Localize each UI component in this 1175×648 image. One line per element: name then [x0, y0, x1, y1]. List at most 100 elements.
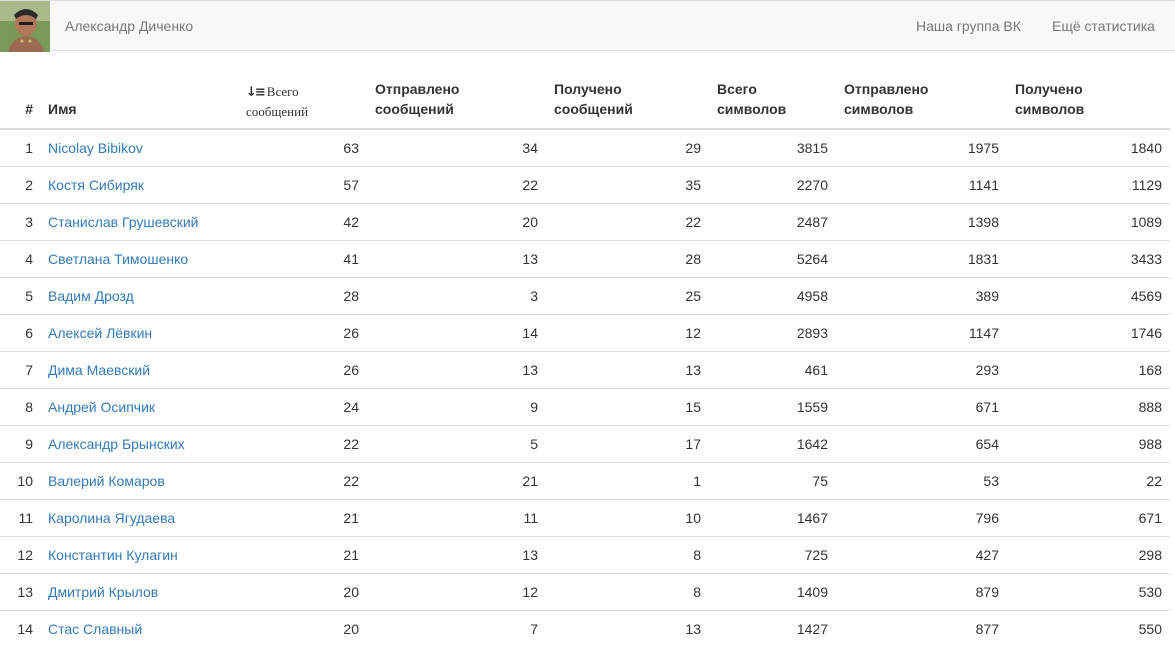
- cell-index: 2: [0, 165, 40, 203]
- cell-name: Вадим Дрозд: [40, 276, 238, 314]
- stats-table-container: # Имя ↓≡ Всего сообщений Отправлено сообщ…: [0, 51, 1175, 647]
- table-row: 8 Андрей Осипчик 24 9 15 1559 671 888: [0, 387, 1170, 425]
- user-profile-link[interactable]: Вадим Дрозд: [48, 288, 134, 304]
- cell-received-chars: 1746: [1007, 313, 1170, 351]
- nav-link-more-stats[interactable]: Ещё статистика: [1052, 18, 1155, 34]
- header-total-messages-line2: сообщений: [246, 104, 309, 119]
- cell-received-chars: 671: [1007, 498, 1170, 536]
- cell-index: 13: [0, 572, 40, 610]
- user-profile-link[interactable]: Дима Маевский: [48, 362, 150, 378]
- cell-sent-messages: 21: [367, 461, 546, 499]
- cell-total-messages: 42: [238, 202, 367, 240]
- user-profile-link[interactable]: Костя Сибиряк: [48, 177, 144, 193]
- cell-total-chars: 725: [709, 535, 836, 573]
- cell-sent-chars: 427: [836, 535, 1007, 573]
- header-index[interactable]: #: [0, 51, 40, 130]
- cell-total-messages: 21: [238, 498, 367, 536]
- cell-sent-chars: 796: [836, 498, 1007, 536]
- user-profile-link[interactable]: Алексей Лёвкин: [48, 325, 152, 341]
- user-profile-link[interactable]: Андрей Осипчик: [48, 399, 155, 415]
- cell-total-messages: 21: [238, 535, 367, 573]
- cell-total-chars: 461: [709, 350, 836, 388]
- cell-index: 3: [0, 202, 40, 240]
- cell-total-chars: 1642: [709, 424, 836, 462]
- cell-total-chars: 75: [709, 461, 836, 499]
- user-profile-link[interactable]: Станислав Грушевский: [48, 214, 198, 230]
- cell-name: Каролина Ягудаева: [40, 498, 238, 536]
- table-row: 12 Константин Кулагин 21 13 8 725 427 298: [0, 535, 1170, 573]
- user-avatar[interactable]: [0, 1, 50, 52]
- cell-total-chars: 2270: [709, 165, 836, 203]
- table-row: 5 Вадим Дрозд 28 3 25 4958 389 4569: [0, 276, 1170, 314]
- user-profile-link[interactable]: Константин Кулагин: [48, 547, 178, 563]
- header-received-chars[interactable]: Получено символов: [1007, 51, 1170, 130]
- cell-name: Nicolay Bibikov: [40, 128, 238, 166]
- header-sent-chars[interactable]: Отправлено символов: [836, 51, 1007, 130]
- cell-sent-messages: 34: [367, 128, 546, 166]
- cell-index: 14: [0, 609, 40, 647]
- user-profile-link[interactable]: Александр Брынских: [48, 436, 185, 452]
- cell-name: Светлана Тимошенко: [40, 239, 238, 277]
- header-total-messages-line1: Всего: [266, 84, 299, 99]
- cell-sent-messages: 13: [367, 535, 546, 573]
- cell-index: 9: [0, 424, 40, 462]
- header-received-chars-line2: символов: [1015, 101, 1085, 117]
- user-profile-link[interactable]: Дмитрий Крылов: [48, 584, 158, 600]
- cell-sent-messages: 14: [367, 313, 546, 351]
- header-total-chars[interactable]: Всего символов: [709, 51, 836, 130]
- cell-sent-chars: 654: [836, 424, 1007, 462]
- cell-total-messages: 63: [238, 128, 367, 166]
- cell-name: Станислав Грушевский: [40, 202, 238, 240]
- cell-total-chars: 1467: [709, 498, 836, 536]
- cell-received-chars: 530: [1007, 572, 1170, 610]
- cell-total-messages: 26: [238, 350, 367, 388]
- cell-index: 8: [0, 387, 40, 425]
- header-total-chars-line1: Всего: [717, 81, 757, 97]
- cell-received-messages: 10: [546, 498, 709, 536]
- cell-name: Костя Сибиряк: [40, 165, 238, 203]
- cell-sent-chars: 1141: [836, 165, 1007, 203]
- cell-sent-chars: 1398: [836, 202, 1007, 240]
- cell-name: Андрей Осипчик: [40, 387, 238, 425]
- cell-received-messages: 15: [546, 387, 709, 425]
- cell-received-messages: 29: [546, 128, 709, 166]
- user-profile-link[interactable]: Светлана Тимошенко: [48, 251, 188, 267]
- cell-received-messages: 12: [546, 313, 709, 351]
- cell-received-chars: 298: [1007, 535, 1170, 573]
- cell-received-messages: 17: [546, 424, 709, 462]
- cell-total-chars: 3815: [709, 128, 836, 166]
- header-sent-chars-line1: Отправлено: [844, 81, 929, 97]
- cell-total-chars: 4958: [709, 276, 836, 314]
- user-profile-link[interactable]: Каролина Ягудаева: [48, 510, 175, 526]
- table-row: 4 Светлана Тимошенко 41 13 28 5264 1831 3433: [0, 239, 1170, 277]
- header-received-messages[interactable]: Получено сообщений: [546, 51, 709, 130]
- table-row: 13 Дмитрий Крылов 20 12 8 1409 879 530: [0, 572, 1170, 610]
- table-row: 3 Станислав Грушевский 42 20 22 2487 1398 1089: [0, 202, 1170, 240]
- user-profile-link[interactable]: Стас Славный: [48, 621, 142, 637]
- cell-received-chars: 550: [1007, 609, 1170, 647]
- cell-received-messages: 13: [546, 350, 709, 388]
- header-received-chars-line1: Получено: [1015, 81, 1083, 97]
- cell-sent-chars: 389: [836, 276, 1007, 314]
- cell-received-chars: 988: [1007, 424, 1170, 462]
- cell-name: Валерий Комаров: [40, 461, 238, 499]
- cell-sent-messages: 22: [367, 165, 546, 203]
- table-body: 1 Nicolay Bibikov 63 34 29 3815 1975 1840 2 Костя…: [0, 128, 1170, 647]
- header-sent-messages[interactable]: Отправлено сообщений: [367, 51, 546, 130]
- cell-sent-messages: 11: [367, 498, 546, 536]
- user-profile-link[interactable]: Валерий Комаров: [48, 473, 165, 489]
- user-profile-link[interactable]: Nicolay Bibikov: [48, 140, 143, 156]
- header-total-messages[interactable]: ↓≡ Всего сообщений: [238, 51, 367, 130]
- header-name[interactable]: Имя: [40, 51, 238, 130]
- table-row: 6 Алексей Лёвкин 26 14 12 2893 1147 1746: [0, 313, 1170, 351]
- nav-link-vk-group[interactable]: Наша группа ВК: [916, 18, 1021, 34]
- table-row: 11 Каролина Ягудаева 21 11 10 1467 796 671: [0, 498, 1170, 536]
- cell-total-messages: 24: [238, 387, 367, 425]
- header-total-chars-line2: символов: [717, 101, 787, 117]
- stats-table: # Имя ↓≡ Всего сообщений Отправлено сообщ…: [0, 51, 1170, 647]
- cell-received-messages: 13: [546, 609, 709, 647]
- table-row: 1 Nicolay Bibikov 63 34 29 3815 1975 1840: [0, 128, 1170, 166]
- cell-sent-messages: 5: [367, 424, 546, 462]
- cell-total-chars: 2487: [709, 202, 836, 240]
- user-name-link[interactable]: Александр Диченко: [65, 18, 193, 34]
